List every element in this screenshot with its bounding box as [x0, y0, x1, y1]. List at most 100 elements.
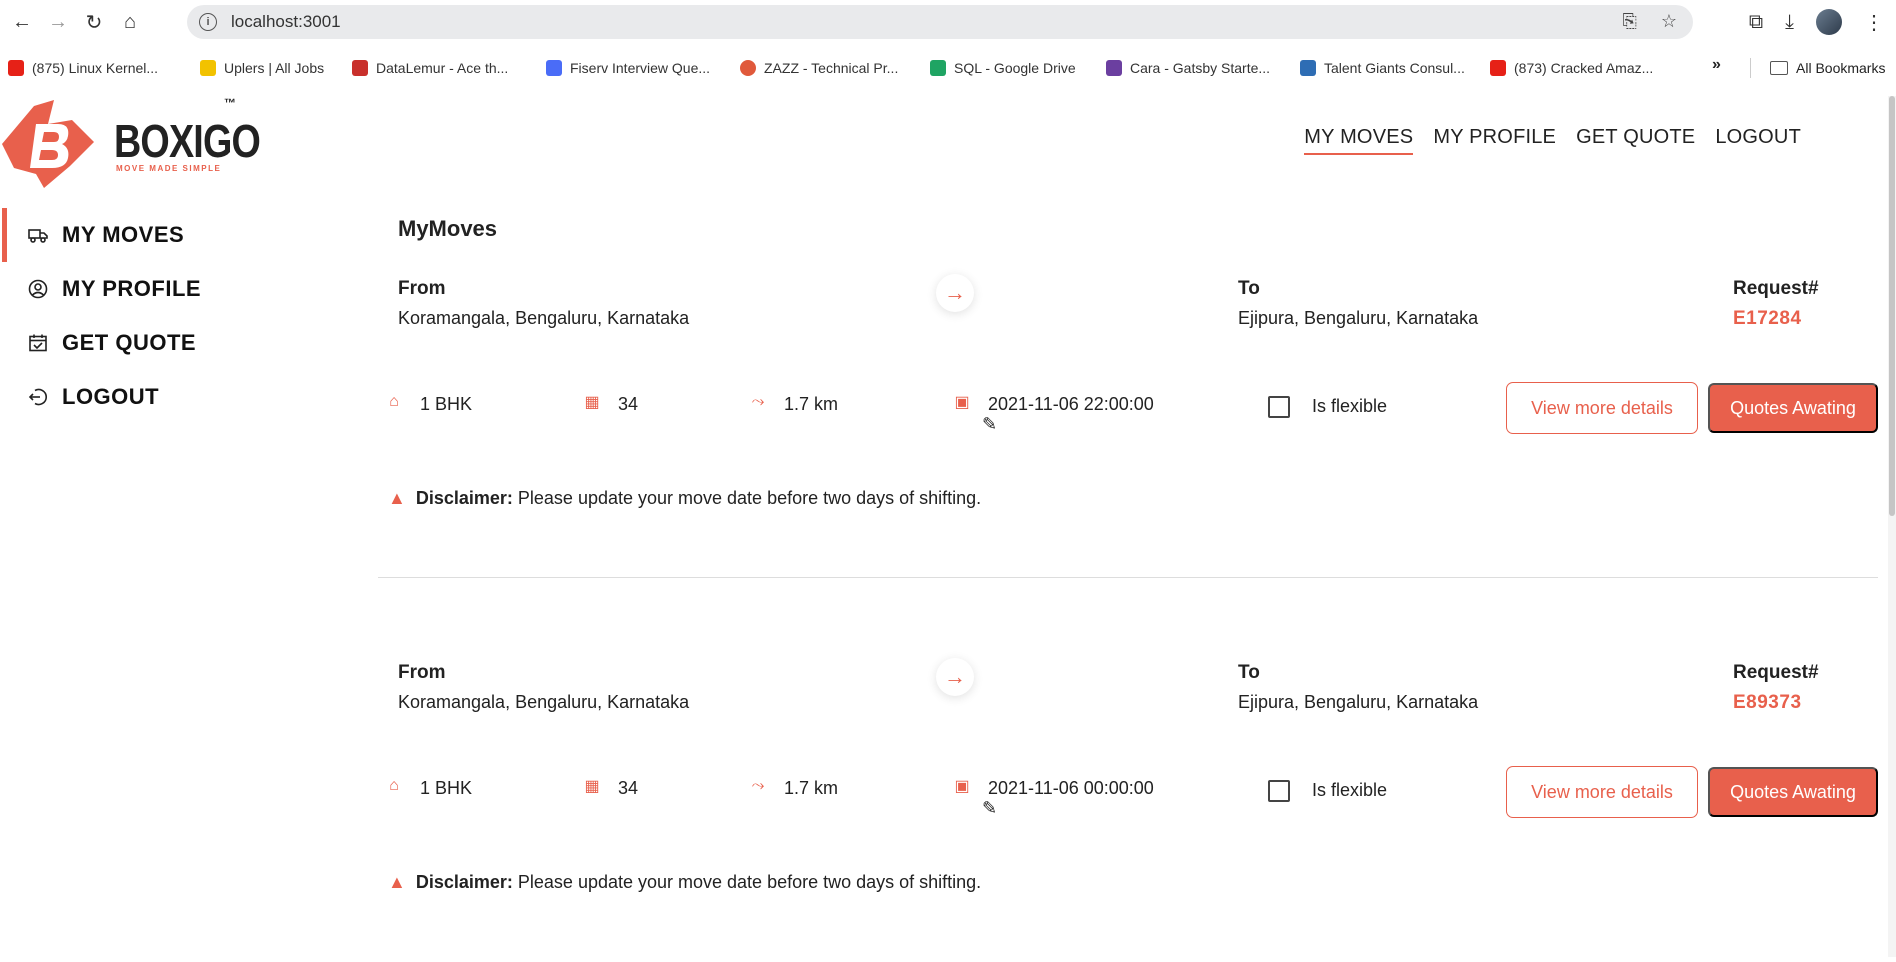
bookmark-item[interactable]: ZAZZ - Technical Pr...: [740, 56, 898, 80]
bookmark-item[interactable]: DataLemur - Ace th...: [352, 56, 508, 80]
flexible-checkbox[interactable]: [1268, 396, 1290, 418]
profile-avatar[interactable]: [1816, 9, 1842, 35]
logo[interactable]: BOXIGO ™ MOVE MADE SIMPLE: [0, 96, 261, 188]
address-bar[interactable]: i localhost:3001 ⎘ ☆: [187, 5, 1693, 39]
brand-tagline: MOVE MADE SIMPLE: [116, 164, 222, 173]
request-id: E17284: [1733, 308, 1802, 329]
all-bookmarks-folder[interactable]: All Bookmarks: [1770, 56, 1885, 80]
from-address: Koramangala, Bengaluru, Karnataka: [398, 692, 690, 712]
disclaimer-title: Disclaimer:: [415, 872, 513, 892]
google-drive-icon: [930, 60, 946, 76]
edit-pencil-icon[interactable]: ✎: [982, 414, 997, 435]
from-label: From: [398, 662, 446, 683]
route-icon: ⤳: [751, 392, 765, 410]
talent-giants-icon: [1300, 60, 1316, 76]
top-nav: MY MOVES MY PROFILE GET QUOTE LOGOUT: [1304, 126, 1801, 155]
calendar-icon: ▣: [954, 393, 970, 411]
card-divider: [378, 577, 1878, 578]
boxigo-app: BOXIGO ™ MOVE MADE SIMPLE MY MOVES MY PR…: [0, 96, 1896, 957]
location-icon: [740, 60, 756, 76]
url-text[interactable]: localhost:3001: [231, 12, 341, 32]
youtube-icon: [8, 60, 24, 76]
menu-icon[interactable]: ⋮: [1864, 10, 1884, 35]
trademark: ™: [224, 96, 236, 110]
view-more-details-button[interactable]: View more details: [1506, 766, 1698, 818]
download-icon[interactable]: ⤓: [1785, 11, 1794, 34]
sidebar-item-label: GET QUOTE: [62, 330, 197, 355]
distance: ⤳ 1.7 km: [748, 392, 838, 415]
logout-icon: [28, 387, 48, 407]
top-nav-get-quote[interactable]: GET QUOTE: [1576, 126, 1695, 155]
request-label: Request#: [1733, 662, 1819, 683]
home-icon: ⌂: [389, 776, 399, 794]
site-info-icon[interactable]: i: [199, 13, 217, 31]
bookmarks-divider: [1750, 58, 1751, 78]
arrow-right-icon: →: [936, 658, 974, 696]
quotes-awaiting-button[interactable]: Quotes Awating: [1708, 383, 1878, 433]
sidebar-item-label: MY MOVES: [62, 222, 185, 247]
forward-icon[interactable]: →: [40, 4, 76, 40]
distance: ⤳ 1.7 km: [748, 776, 838, 799]
scrollbar-thumb[interactable]: [1889, 96, 1895, 516]
move-datetime: ▣ 2021-11-06 22:00:00: [952, 393, 1153, 415]
property-size: ⌂ 1 BHK: [384, 392, 472, 415]
flexible-label: Is flexible: [1312, 780, 1388, 800]
request-id: E89373: [1733, 692, 1802, 713]
uplers-icon: [200, 60, 216, 76]
sidebar-item-get-quote[interactable]: GET QUOTE: [0, 316, 300, 370]
disclaimer: ▲ Disclaimer: Please update your move da…: [388, 872, 981, 893]
disclaimer-title: Disclaimer:: [415, 488, 513, 508]
brand-name: BOXIGO: [114, 115, 261, 167]
flexible-checkbox[interactable]: [1268, 780, 1290, 802]
extensions-icon[interactable]: ⧉: [1749, 11, 1763, 34]
user-circle-icon: [28, 279, 48, 299]
bookmark-item[interactable]: Talent Giants Consul...: [1300, 56, 1465, 80]
arrow-right-icon: →: [936, 274, 974, 312]
install-app-icon[interactable]: ⎘: [1622, 11, 1636, 32]
bookmark-item[interactable]: (875) Linux Kernel...: [8, 56, 158, 80]
boxigo-logo-icon: [2, 100, 94, 188]
more-bookmarks-icon[interactable]: »: [1712, 56, 1721, 74]
bookmark-item[interactable]: (873) Cracked Amaz...: [1490, 56, 1653, 80]
top-nav-my-profile[interactable]: MY PROFILE: [1433, 126, 1556, 155]
boxes-icon: ▦: [584, 777, 600, 795]
top-nav-logout[interactable]: LOGOUT: [1715, 126, 1801, 155]
route-icon: ⤳: [751, 776, 765, 794]
home-icon[interactable]: ⌂: [112, 4, 148, 40]
datalemur-icon: [352, 60, 368, 76]
boxes-icon: ▦: [584, 393, 600, 411]
item-count: ▦ 34: [582, 778, 638, 799]
reload-icon[interactable]: ↻: [76, 4, 112, 40]
move-card: From Koramangala, Bengaluru, Karnataka →…: [378, 270, 1878, 578]
sidebar-item-label: LOGOUT: [62, 384, 160, 409]
truck-icon: [28, 225, 48, 245]
home-icon: ⌂: [389, 392, 399, 410]
youtube-icon: [1490, 60, 1506, 76]
sidebar-item-logout[interactable]: LOGOUT: [0, 370, 300, 424]
browser-toolbar: ← → ↻ ⌂ i localhost:3001 ⎘ ☆ ⧉ ⤓ ⋮: [0, 0, 1896, 44]
to-label: To: [1238, 662, 1260, 683]
warning-icon: ▲: [388, 872, 406, 892]
quotes-awaiting-button[interactable]: Quotes Awating: [1708, 767, 1878, 817]
top-nav-my-moves[interactable]: MY MOVES: [1304, 126, 1414, 155]
gatsby-icon: [1106, 60, 1122, 76]
view-more-details-button[interactable]: View more details: [1506, 382, 1698, 434]
bookmark-item[interactable]: Fiserv Interview Que...: [546, 56, 710, 80]
move-datetime: ▣ 2021-11-06 00:00:00: [952, 777, 1153, 799]
back-icon[interactable]: ←: [4, 4, 40, 40]
flexible-label: Is flexible: [1312, 396, 1388, 416]
edit-pencil-icon[interactable]: ✎: [982, 798, 997, 819]
bookmark-item[interactable]: Uplers | All Jobs: [200, 56, 324, 80]
fiserv-icon: [546, 60, 562, 76]
bookmark-item[interactable]: SQL - Google Drive: [930, 56, 1076, 80]
sidebar-item-my-moves[interactable]: MY MOVES: [0, 208, 300, 262]
sidebar-item-my-profile[interactable]: MY PROFILE: [0, 262, 300, 316]
calendar-icon: ▣: [954, 777, 970, 795]
move-card: From Koramangala, Bengaluru, Karnataka →…: [378, 654, 1878, 962]
request-label: Request#: [1733, 278, 1819, 299]
bookmark-item[interactable]: Cara - Gatsby Starte...: [1106, 56, 1270, 80]
disclaimer: ▲ Disclaimer: Please update your move da…: [388, 488, 981, 509]
from-label: From: [398, 278, 446, 299]
item-count: ▦ 34: [582, 394, 638, 415]
bookmark-star-icon[interactable]: ☆: [1661, 11, 1677, 32]
